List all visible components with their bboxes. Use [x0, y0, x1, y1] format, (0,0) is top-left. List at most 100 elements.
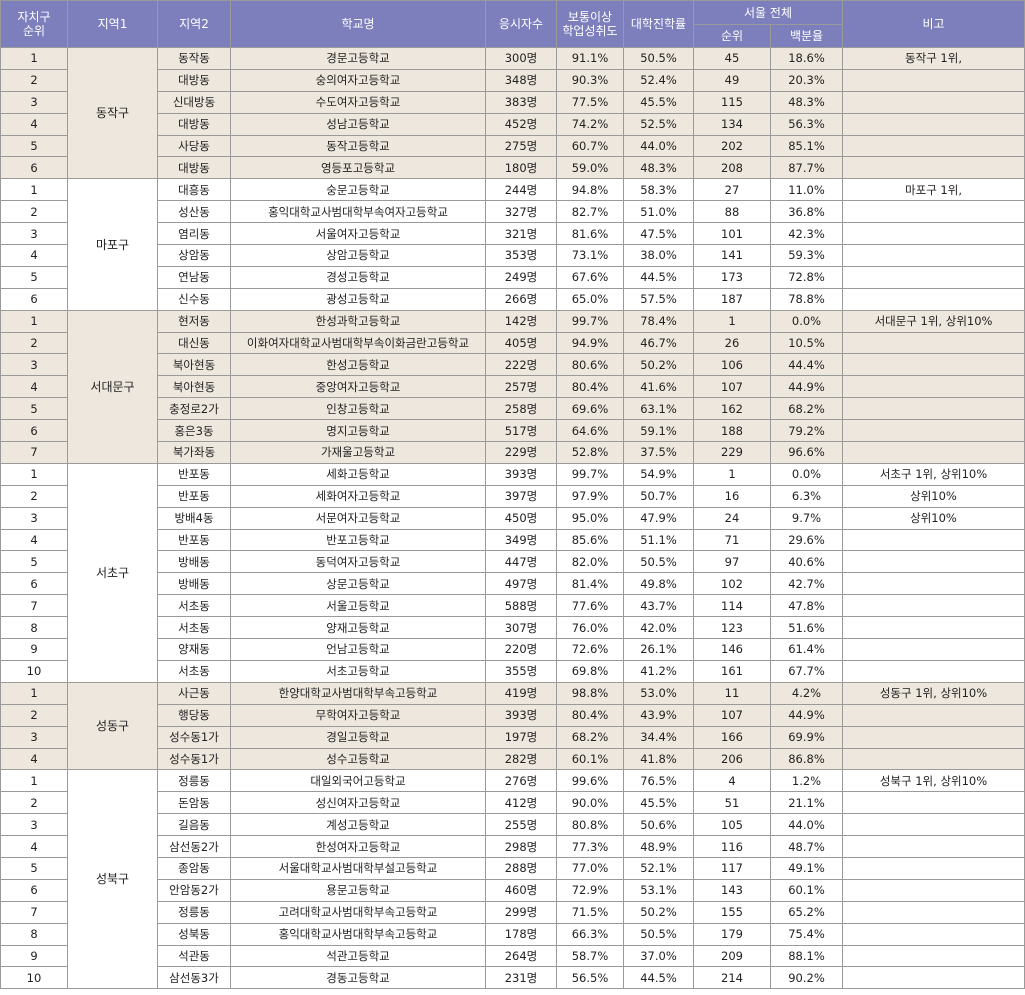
note-cell	[842, 156, 1025, 180]
school-cell: 영등포고등학교	[230, 156, 486, 180]
rank-cell: 4	[0, 112, 68, 136]
applicants-cell: 276명	[485, 769, 557, 793]
note-cell: 성북구 1위, 상위10%	[842, 769, 1025, 793]
header-seoul-percent: 백분율	[769, 24, 844, 48]
seoul-rank-cell: 146	[693, 638, 771, 661]
table-row: 1 성북구 정릉동 대일외국어고등학교 276명 99.6% 76.5% 4 1.2% 성북구 1…	[0, 769, 1025, 990]
applicants-cell: 222명	[485, 353, 557, 377]
seoul-rank-cell: 16	[693, 484, 771, 508]
school-cell: 서문여자고등학교	[230, 506, 486, 530]
applicants-cell: 229명	[485, 441, 557, 464]
district-cell: 서대문구	[67, 309, 158, 464]
seoul-rank-cell: 107	[693, 375, 771, 399]
rank-cell: 9	[0, 944, 68, 968]
seoul-rank-cell: 116	[693, 835, 771, 858]
college-rate-cell: 50.2%	[623, 353, 694, 377]
proficiency-cell: 77.0%	[556, 856, 624, 880]
rank-cell: 3	[0, 353, 68, 377]
applicants-cell: 321명	[485, 222, 557, 246]
applicants-cell: 327명	[485, 200, 557, 224]
college-rate-cell: 57.5%	[623, 287, 694, 311]
proficiency-cell: 91.1%	[556, 47, 624, 70]
header-note: 비고	[842, 0, 1025, 48]
college-rate-cell: 51.1%	[623, 528, 694, 552]
applicants-cell: 220명	[485, 638, 557, 661]
table-body: 1 동작구 동작동 경문고등학교 300명 91.1% 50.5% 45 18.6% 동작구 1위…	[0, 46, 1025, 990]
table-row: 1 성동구 사근동 한양대학교사범대학부속고등학교 419명 98.8% 53.0% 11 4.…	[0, 681, 1025, 771]
school-cell: 숭문고등학교	[230, 178, 486, 202]
seoul-rank-cell: 188	[693, 419, 771, 443]
seoul-rank-cell: 45	[693, 47, 771, 70]
seoul-rank-cell: 173	[693, 265, 771, 289]
seoul-percent-cell: 44.0%	[769, 813, 844, 837]
school-cell: 홍익대학교사범대학부속고등학교	[230, 922, 486, 946]
seoul-percent-cell: 9.7%	[769, 506, 844, 530]
proficiency-cell: 66.3%	[556, 922, 624, 946]
proficiency-cell: 69.6%	[556, 397, 624, 421]
note-cell	[842, 287, 1025, 311]
seoul-percent-cell: 42.3%	[769, 222, 844, 246]
dong-cell: 홍은3동	[157, 419, 231, 443]
seoul-percent-cell: 44.4%	[769, 353, 844, 377]
seoul-percent-cell: 40.6%	[769, 550, 844, 574]
header-rank-local-text: 자치구 순위	[17, 10, 51, 38]
applicants-cell: 288명	[485, 856, 557, 880]
seoul-rank-cell: 214	[693, 966, 771, 990]
seoul-percent-cell: 85.1%	[769, 134, 844, 158]
seoul-percent-cell: 48.3%	[769, 90, 844, 114]
college-rate-cell: 44.5%	[623, 966, 694, 990]
applicants-cell: 452명	[485, 112, 557, 136]
rank-cell: 6	[0, 156, 68, 180]
table-row: 1 동작구 동작동 경문고등학교 300명 91.1% 50.5% 45 18.6% 동작구 1위…	[0, 46, 1025, 180]
college-rate-cell: 44.5%	[623, 265, 694, 289]
proficiency-cell: 72.6%	[556, 638, 624, 661]
rank-cell: 4	[0, 835, 68, 858]
college-rate-cell: 50.6%	[623, 813, 694, 837]
seoul-rank-cell: 208	[693, 156, 771, 180]
college-rate-cell: 52.1%	[623, 856, 694, 880]
college-rate-cell: 50.2%	[623, 900, 694, 924]
dong-cell: 정릉동	[157, 769, 231, 793]
seoul-rank-cell: 24	[693, 506, 771, 530]
college-rate-cell: 58.3%	[623, 178, 694, 202]
dong-cell: 상암동	[157, 244, 231, 267]
college-rate-cell: 52.4%	[623, 68, 694, 92]
rank-cell: 7	[0, 900, 68, 924]
seoul-rank-cell: 209	[693, 944, 771, 968]
rank-cell: 5	[0, 550, 68, 574]
seoul-percent-cell: 1.2%	[769, 769, 844, 793]
rank-cell: 10	[0, 659, 68, 683]
applicants-cell: 517명	[485, 419, 557, 443]
seoul-rank-cell: 166	[693, 725, 771, 749]
seoul-percent-cell: 6.3%	[769, 484, 844, 508]
college-rate-cell: 51.0%	[623, 200, 694, 224]
proficiency-cell: 59.0%	[556, 156, 624, 180]
seoul-rank-cell: 115	[693, 90, 771, 114]
proficiency-cell: 99.7%	[556, 309, 624, 333]
school-cell: 세화고등학교	[230, 462, 486, 486]
applicants-cell: 300명	[485, 47, 557, 70]
school-cell: 숭의여자고등학교	[230, 68, 486, 92]
rank-cell: 1	[0, 769, 68, 793]
college-rate-cell: 26.1%	[623, 638, 694, 661]
applicants-cell: 419명	[485, 681, 557, 705]
seoul-percent-cell: 67.7%	[769, 659, 844, 683]
district-cell: 동작구	[67, 46, 158, 180]
seoul-rank-cell: 107	[693, 703, 771, 727]
note-cell	[842, 638, 1025, 661]
seoul-percent-cell: 59.3%	[769, 244, 844, 267]
proficiency-cell: 82.0%	[556, 550, 624, 574]
rank-cell: 1	[0, 681, 68, 705]
seoul-rank-cell: 114	[693, 594, 771, 618]
seoul-rank-cell: 123	[693, 616, 771, 640]
college-rate-cell: 47.9%	[623, 506, 694, 530]
applicants-cell: 231명	[485, 966, 557, 990]
seoul-percent-cell: 29.6%	[769, 528, 844, 552]
table-row: 1 서초구 반포동 세화고등학교 393명 99.7% 54.9% 1 0.0% 서초구 1위, …	[0, 462, 1025, 683]
proficiency-cell: 77.6%	[556, 594, 624, 618]
seoul-rank-cell: 117	[693, 856, 771, 880]
school-cell: 성신여자고등학교	[230, 791, 486, 815]
school-cell: 경문고등학교	[230, 47, 486, 70]
header-region1: 지역1	[67, 0, 158, 48]
table-row: 1 서대문구 현저동 한성과학고등학교 142명 99.7% 78.4% 1 0.0% 서대문구 …	[0, 309, 1025, 464]
